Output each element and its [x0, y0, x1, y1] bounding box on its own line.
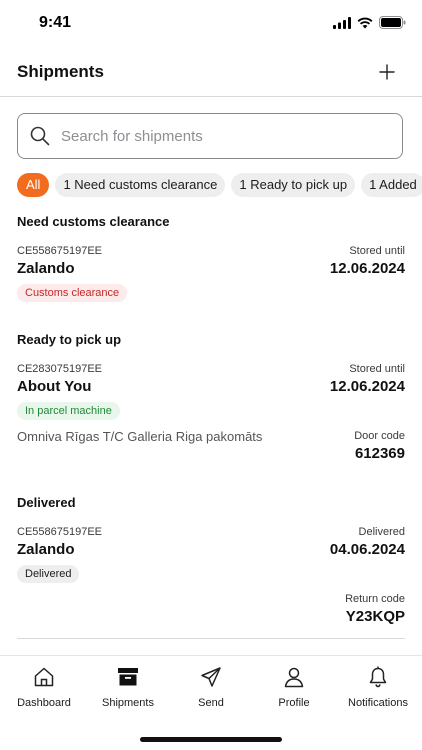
status-bar: 9:41	[0, 0, 422, 46]
signal-icon	[333, 16, 351, 29]
shop-name: About You	[17, 378, 92, 395]
tab-send[interactable]: Send	[169, 656, 253, 716]
door-code-label: Door code	[354, 430, 405, 442]
home-indicator[interactable]	[140, 737, 282, 742]
return-code-value: Y23KQP	[345, 608, 405, 625]
status-badge: In parcel machine	[17, 402, 120, 420]
tab-label: Send	[198, 697, 224, 709]
shop-name: Zalando	[17, 541, 75, 558]
filter-chip-customs[interactable]: 1 Need customs clearance	[55, 173, 226, 197]
header: Shipments	[0, 50, 422, 97]
tracking-number: CE558675197EE	[17, 526, 103, 538]
tracking-number: CE558675197EE	[17, 245, 103, 257]
profile-icon	[284, 667, 304, 688]
section-title-pickup: Ready to pick up	[17, 332, 122, 347]
section-title-customs: Need customs clearance	[17, 214, 170, 229]
page-title: Shipments	[17, 62, 104, 81]
tab-profile[interactable]: Profile	[252, 656, 336, 716]
home-icon	[34, 667, 54, 687]
plus-icon	[379, 64, 395, 80]
tab-bar: Dashboard Shipments Send Profile Notific…	[0, 655, 422, 716]
search-input[interactable]	[59, 126, 383, 146]
divider	[17, 638, 405, 639]
shipment-card-customs[interactable]: CE558675197EE Zalando Customs clearance …	[17, 245, 405, 305]
search-icon	[30, 126, 50, 146]
filter-chip-pickup[interactable]: 1 Ready to pick up	[231, 173, 356, 197]
filter-chip-added[interactable]: 1 Added	[361, 173, 422, 197]
filter-chip-all[interactable]: All	[17, 173, 50, 197]
tab-label: Dashboard	[17, 697, 71, 709]
stored-until-label: Stored until	[349, 245, 405, 257]
stored-until-label: Stored until	[349, 363, 405, 375]
tab-shipments[interactable]: Shipments	[86, 656, 170, 716]
tab-label: Profile	[278, 697, 310, 709]
search-field[interactable]	[17, 113, 403, 159]
bell-icon	[369, 666, 387, 688]
shipment-card-delivered[interactable]: CE558675197EE Zalando Delivered Delivere…	[17, 526, 405, 626]
delivered-label: Delivered	[358, 526, 405, 538]
stored-until-date: 12.06.2024	[329, 378, 405, 395]
add-shipment-button[interactable]	[372, 57, 402, 87]
filter-chips: All 1 Need customs clearance 1 Ready to pi…	[17, 173, 422, 197]
battery-icon	[379, 16, 406, 29]
delivered-date: 04.06.2024	[329, 541, 405, 558]
status-time: 9:41	[39, 14, 72, 31]
tab-label: Shipments	[102, 697, 154, 709]
tracking-number: CE283075197EE	[17, 363, 103, 375]
tab-dashboard[interactable]: Dashboard	[2, 656, 86, 716]
door-code-value: 612369	[354, 445, 405, 462]
shop-name: Zalando	[17, 260, 75, 277]
pickup-location: Omniva Rīgas T/C Galleria Riga pakomāts	[17, 429, 263, 444]
section-title-delivered: Delivered	[17, 495, 76, 510]
status-icons	[333, 16, 406, 29]
box-icon	[118, 668, 138, 686]
stored-until-date: 12.06.2024	[329, 260, 405, 277]
shipment-card-pickup[interactable]: CE283075197EE About You In parcel machin…	[17, 363, 405, 463]
wifi-icon	[357, 17, 373, 28]
tab-notifications[interactable]: Notifications	[336, 656, 420, 716]
send-icon	[201, 667, 221, 687]
return-code-label: Return code	[345, 593, 405, 605]
status-badge: Customs clearance	[17, 284, 128, 302]
tab-label: Notifications	[348, 697, 408, 709]
status-badge: Delivered	[17, 565, 80, 583]
